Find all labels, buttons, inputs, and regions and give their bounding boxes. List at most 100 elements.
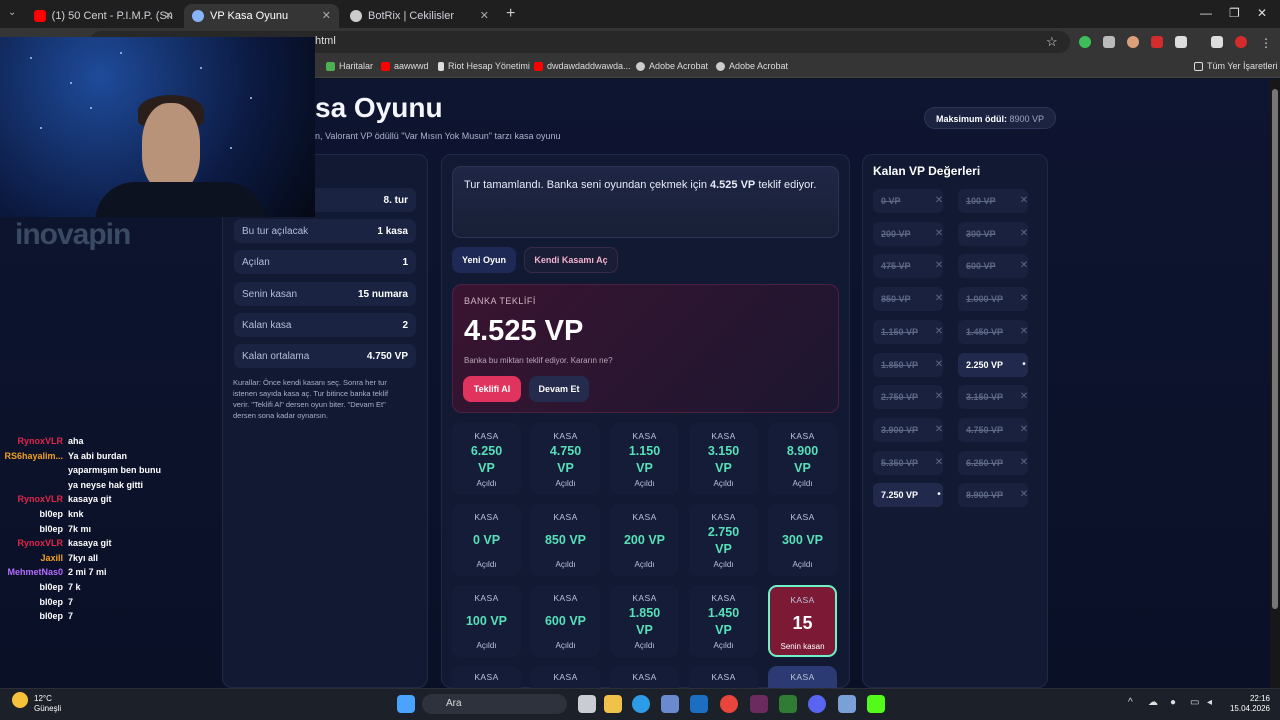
minimize-icon[interactable]: —: [1200, 6, 1212, 20]
scrollbar[interactable]: [1270, 79, 1280, 688]
case-status: Açıldı: [792, 560, 813, 569]
network-icon[interactable]: ▭: [1190, 697, 1199, 708]
start-icon[interactable]: [397, 695, 415, 713]
eliminated-x-icon: ✕: [934, 325, 944, 337]
edge-icon[interactable]: [632, 695, 650, 713]
app-icon[interactable]: [838, 695, 856, 713]
open-own-box-button[interactable]: Kendi Kasamı Aç: [524, 247, 618, 273]
app-icon[interactable]: [750, 695, 768, 713]
close-icon[interactable]: ✕: [164, 9, 173, 22]
globe-icon: [636, 61, 645, 71]
case-box[interactable]: KASA 6.250 VP Açıldı: [452, 423, 521, 495]
case-box[interactable]: KASA 3.150 VP Açıldı: [689, 423, 758, 495]
case-value: VP: [636, 461, 653, 475]
media-icon[interactable]: [1211, 36, 1223, 48]
chat-message: bl0ep knk: [0, 509, 215, 523]
all-bookmarks[interactable]: Tüm Yer İşaretleri: [1194, 61, 1278, 71]
eliminated-x-icon: ✕: [934, 195, 944, 206]
bookmark-item[interactable]: aawwwd: [381, 61, 429, 71]
case-box[interactable]: KASA 1.850 VP Açıldı: [610, 585, 679, 657]
task-view-icon[interactable]: [578, 695, 596, 713]
stat-value: 1: [402, 256, 408, 268]
case-box[interactable]: KASA 8.900 VP Açıldı: [768, 423, 837, 495]
chat-text: 7: [68, 611, 74, 622]
case-box[interactable]: KASA 200 VP Açıldı: [610, 504, 679, 576]
case-box[interactable]: KASA: [689, 666, 758, 688]
extension-icon[interactable]: [1127, 36, 1139, 48]
stat-opened: Açılan 1: [234, 250, 416, 274]
kick-icon[interactable]: [867, 695, 885, 713]
case-box[interactable]: KASA 4.750 VP Açıldı: [531, 423, 600, 495]
restore-icon[interactable]: ❐: [1229, 6, 1240, 20]
mail-icon[interactable]: [690, 695, 708, 713]
case-box[interactable]: KASA 1.450 VP Açıldı: [689, 585, 758, 657]
case-box[interactable]: KASA 100 VP Açıldı: [452, 585, 521, 657]
mic-icon[interactable]: ●: [1170, 697, 1176, 708]
menu-icon[interactable]: ⋮: [1260, 36, 1272, 50]
volume-icon[interactable]: ◂: [1207, 697, 1212, 708]
case-box[interactable]: KASA 1.150 VP Açıldı: [610, 423, 679, 495]
tab-title: VP Kasa Oyunu: [210, 10, 289, 22]
tab-search-icon[interactable]: ⌄: [8, 7, 16, 18]
case-box[interactable]: KASA: [452, 666, 521, 688]
continue-button[interactable]: Devam Et: [529, 376, 589, 402]
app-icon[interactable]: [779, 695, 797, 713]
case-box[interactable]: KASA 850 VP Açıldı: [531, 504, 600, 576]
case-box[interactable]: KASA: [768, 666, 837, 688]
discord-icon[interactable]: [808, 695, 826, 713]
bookmark-item[interactable]: Haritalar: [326, 61, 373, 71]
taskbar-clock[interactable]: 22:16 15.04.2026: [1222, 694, 1270, 714]
shield-icon[interactable]: [1079, 36, 1091, 48]
tray-chevron-icon[interactable]: ^: [1128, 697, 1133, 708]
bookmark-item[interactable]: Riot Hesap Yönetimi: [438, 61, 530, 71]
case-box[interactable]: KASA 600 VP Açıldı: [531, 585, 600, 657]
tab-botrix[interactable]: BotRix | Cekilisler ✕: [342, 4, 497, 28]
chat-username: RynoxVLR: [17, 538, 63, 549]
close-icon[interactable]: ✕: [480, 9, 489, 22]
sponsor-logo: inovapin: [15, 218, 131, 251]
extension-icon[interactable]: [1151, 36, 1163, 48]
case-value: 6.250: [470, 444, 503, 458]
chat-username: bl0ep: [39, 509, 63, 519]
case-box[interactable]: KASA: [531, 666, 600, 688]
tab-youtube[interactable]: (1) 50 Cent - P.I.M.P. (Snoop Do ✕: [26, 4, 181, 28]
cloud-icon[interactable]: ☁: [1148, 697, 1158, 708]
case-box[interactable]: KASA: [610, 666, 679, 688]
bookmark-label: aawwwd: [394, 61, 429, 71]
case-value: 15: [792, 613, 813, 633]
my-box[interactable]: KASA 15 Senin kasan: [768, 585, 837, 657]
stat-value: 8. tur: [383, 194, 408, 206]
taskbar-search[interactable]: Ara: [422, 694, 567, 714]
case-box[interactable]: KASA 0 VP Açıldı: [452, 504, 521, 576]
scrollbar-thumb[interactable]: [1272, 89, 1278, 609]
bookmark-item[interactable]: Adobe Acrobat: [716, 61, 788, 71]
case-box[interactable]: KASA 2.750 VP Açıldı: [689, 504, 758, 576]
bookmark-item[interactable]: Adobe Acrobat: [636, 61, 708, 71]
window-close-icon[interactable]: ✕: [1257, 6, 1267, 20]
case-label: KASA: [632, 672, 657, 682]
profile-icon[interactable]: [1235, 36, 1247, 48]
tab-title: (1) 50 Cent - P.I.M.P. (Snoop Do: [51, 10, 173, 22]
case-status: Açıldı: [792, 479, 813, 488]
bookmark-star-icon[interactable]: ☆: [1046, 34, 1058, 50]
extension-icon[interactable]: [1103, 36, 1115, 48]
bookmark-item[interactable]: dwdawdaddwawda...: [534, 61, 631, 71]
case-value: 4.750: [549, 444, 582, 458]
case-box[interactable]: KASA 300 VP Açıldı: [768, 504, 837, 576]
chrome-icon[interactable]: [720, 695, 738, 713]
case-value: 1.150: [628, 444, 661, 458]
close-icon[interactable]: ✕: [322, 9, 331, 22]
puzzle-icon[interactable]: [1175, 36, 1187, 48]
new-tab-icon[interactable]: +: [506, 5, 515, 23]
chat-text: aha: [68, 436, 84, 446]
sun-icon: [12, 692, 28, 708]
stat-average: Kalan ortalama 4.750 VP: [234, 344, 416, 368]
tab-vp-kasa[interactable]: VP Kasa Oyunu ✕: [184, 4, 339, 28]
chat-text: kasaya git: [68, 494, 112, 505]
store-icon[interactable]: [661, 695, 679, 713]
new-game-button[interactable]: Yeni Oyun: [452, 247, 516, 273]
webcam-overlay: [0, 37, 315, 217]
case-label: KASA: [474, 431, 499, 441]
file-explorer-icon[interactable]: [604, 695, 622, 713]
accept-offer-button[interactable]: Teklifi Al: [463, 376, 521, 402]
